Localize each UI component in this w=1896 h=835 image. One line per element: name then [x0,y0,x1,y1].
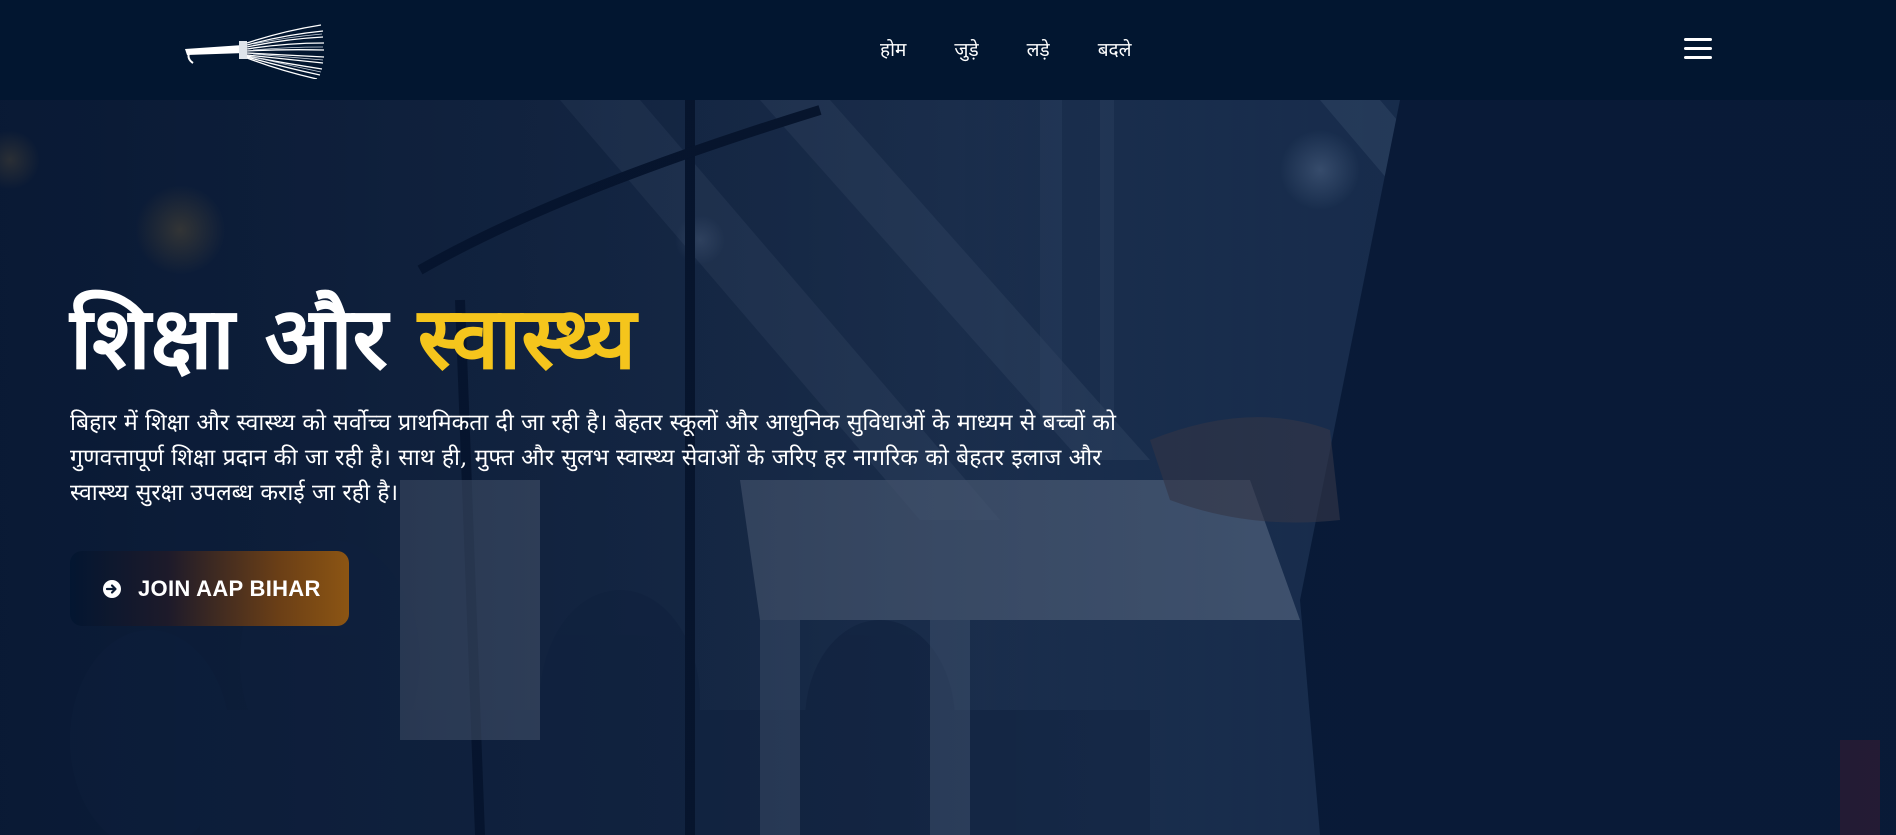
hero-description: बिहार में शिक्षा और स्वास्थ्य को सर्वोच्… [70,410,1116,506]
hero-title-highlight: स्वास्थ्य [417,288,637,389]
site-header: होम जुड़े लड़े बदले [0,0,1896,100]
arrow-circle-right-icon [103,579,121,598]
page: होम जुड़े लड़े बदले शिक्षा और स्वास्थ्य … [0,0,1896,835]
broom-logo-icon[interactable] [183,23,325,79]
join-aap-bihar-button[interactable]: JOIN AAP BIHAR [70,551,349,626]
join-button-label: JOIN AAP BIHAR [138,575,321,601]
hero-section: शिक्षा और स्वास्थ्य बिहार में शिक्षा और … [0,100,1896,835]
nav-item-join[interactable]: जुड़े [954,36,978,62]
nav-item-fight[interactable]: लड़े [1027,36,1050,62]
hero-title-text: शिक्षा और [70,288,388,389]
nav-item-home[interactable]: होम [880,36,906,62]
nav-item-change[interactable]: बदले [1098,36,1132,62]
hamburger-menu-icon[interactable] [1684,38,1712,64]
hero-title: शिक्षा और स्वास्थ्य [70,288,637,389]
main-nav: होम जुड़े लड़े बदले [880,36,1132,62]
